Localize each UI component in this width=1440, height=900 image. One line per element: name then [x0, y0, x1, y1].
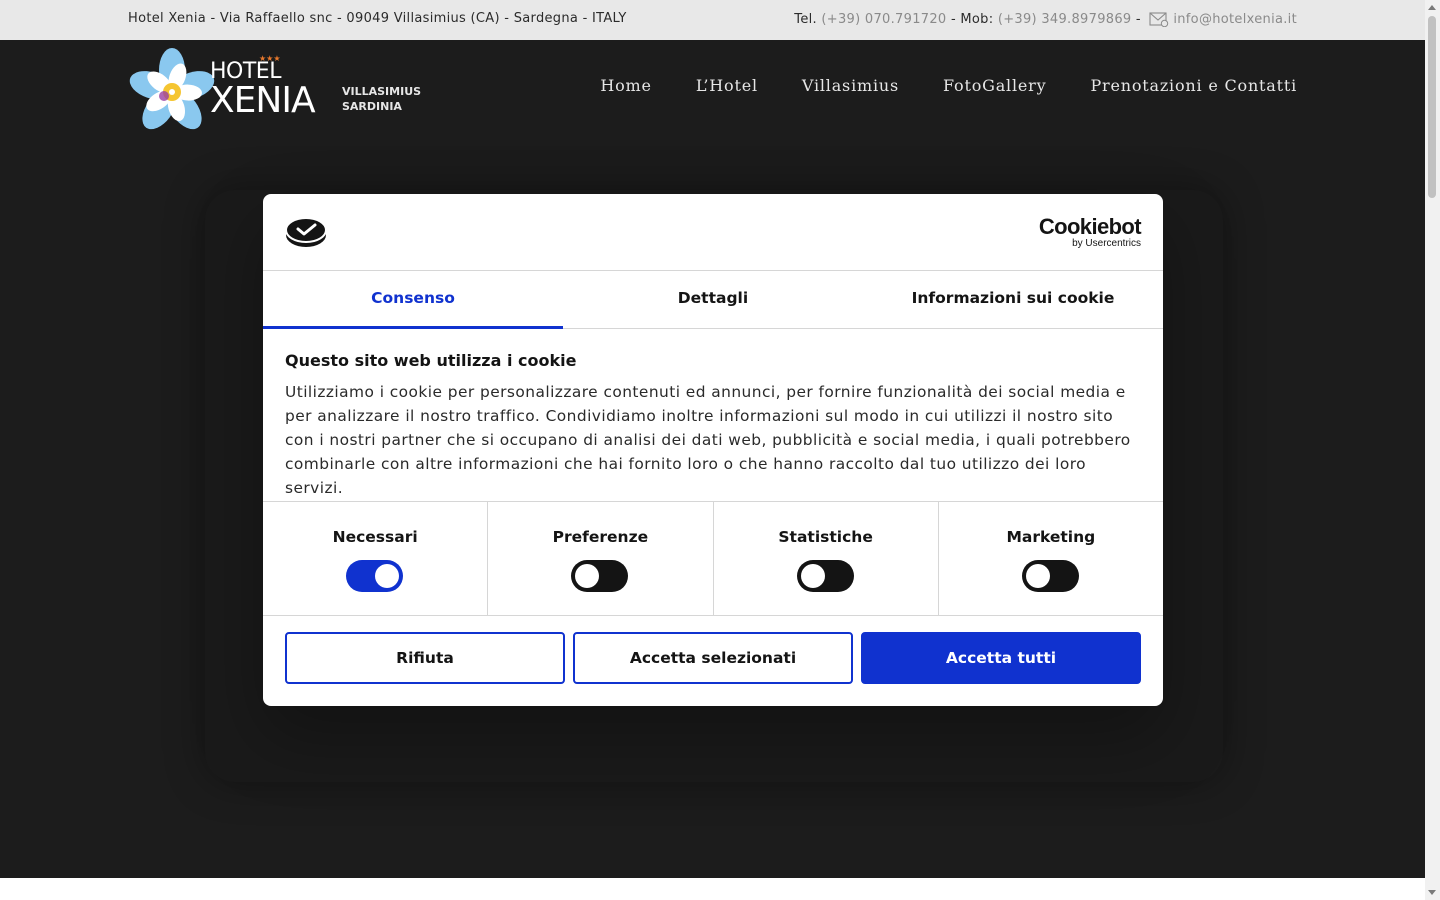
reject-button[interactable]: Rifiuta — [285, 632, 565, 684]
toggle-necessari[interactable] — [346, 560, 404, 592]
hotel-logo[interactable]: HOTEL ★★★ XENIA VILLASIMIUS SARDINIA — [128, 46, 428, 136]
category-necessari: Necessari — [263, 502, 487, 615]
page-footer-strip — [0, 878, 1425, 900]
cookiebot-name: Cookiebot — [1038, 214, 1142, 239]
tab-consenso[interactable]: Consenso — [263, 271, 563, 329]
scroll-up-arrow-icon[interactable] — [1428, 5, 1436, 10]
site-badge-icon — [285, 216, 327, 252]
separator: - — [1135, 12, 1141, 27]
cookiebot-sub: by Usercentrics — [1072, 238, 1141, 249]
nav-prenotazioni[interactable]: Prenotazioni e Contatti — [1090, 76, 1297, 95]
category-label: Necessari — [332, 528, 418, 546]
category-label: Preferenze — [552, 528, 649, 546]
nav-villasimius[interactable]: Villasimius — [802, 76, 899, 95]
contact-info: Tel. (+39) 070.791720 - Mob: (+39) 349.8… — [794, 11, 1297, 31]
category-marketing: Marketing — [937, 502, 1163, 615]
svg-text:VILLASIMIUS: VILLASIMIUS — [342, 85, 421, 98]
toggle-knob — [375, 564, 400, 588]
scroll-down-arrow-icon[interactable] — [1428, 890, 1436, 895]
nav-fotogallery[interactable]: FotoGallery — [943, 76, 1046, 95]
tab-dettagli[interactable]: Dettagli — [563, 271, 863, 328]
nav-hotel[interactable]: L’Hotel — [696, 76, 758, 95]
cookie-consent-dialog: Cookiebot by Usercentrics Consenso Detta… — [263, 194, 1163, 706]
dialog-tabs: Consenso Dettagli Informazioni sui cooki… — [263, 271, 1163, 329]
cookie-categories: Necessari Preferenze Statistiche Marketi… — [263, 501, 1163, 616]
tel-label: Tel. — [794, 12, 817, 27]
email-link[interactable]: info@hotelxenia.it — [1173, 12, 1297, 27]
nav-home[interactable]: Home — [600, 76, 651, 95]
hotel-address: Hotel Xenia - Via Raffaello snc - 09049 … — [128, 11, 627, 26]
mob-label: Mob: — [960, 12, 994, 27]
cookiebot-logo[interactable]: Cookiebot by Usercentrics — [1038, 214, 1142, 250]
consent-text: Utilizziamo i cookie per personalizzare … — [285, 383, 1131, 497]
scrollbar-thumb[interactable] — [1428, 16, 1436, 198]
toggle-knob — [1025, 564, 1050, 588]
dialog-header: Cookiebot by Usercentrics — [263, 194, 1163, 271]
toggle-statistiche[interactable] — [796, 560, 854, 592]
consent-heading: Questo sito web utilizza i cookie — [285, 351, 577, 370]
toggle-marketing[interactable] — [1021, 560, 1079, 592]
svg-text:SARDINIA: SARDINIA — [342, 100, 402, 113]
flower-icon — [129, 48, 215, 130]
svg-text:XENIA: XENIA — [210, 80, 316, 121]
top-info-bar: Hotel Xenia - Via Raffaello snc - 09049 … — [0, 0, 1425, 40]
toggle-preferenze[interactable] — [571, 560, 629, 592]
category-label: Statistiche — [778, 528, 873, 546]
svg-text:★★★: ★★★ — [259, 54, 281, 63]
consent-description: Questo sito web utilizza i cookie Utiliz… — [285, 351, 1141, 500]
category-label: Marketing — [1006, 528, 1096, 546]
toggle-knob — [575, 564, 600, 588]
category-statistiche: Statistiche — [712, 502, 938, 615]
page-scrollbar[interactable] — [1425, 0, 1440, 900]
dialog-actions: Rifiuta Accetta selezionati Accetta tutt… — [285, 632, 1141, 684]
separator: - — [950, 12, 956, 27]
toggle-knob — [800, 564, 825, 588]
envelope-icon — [1149, 11, 1169, 31]
tel-link[interactable]: (+39) 070.791720 — [821, 12, 946, 27]
category-preferenze: Preferenze — [487, 502, 712, 615]
main-nav: Home L’Hotel Villasimius FotoGallery Pre… — [600, 76, 1297, 95]
accept-selected-button[interactable]: Accetta selezionati — [573, 632, 853, 684]
accept-all-button[interactable]: Accetta tutti — [861, 632, 1141, 684]
tab-informazioni[interactable]: Informazioni sui cookie — [863, 271, 1163, 328]
mob-link[interactable]: (+39) 349.8979869 — [998, 12, 1132, 27]
